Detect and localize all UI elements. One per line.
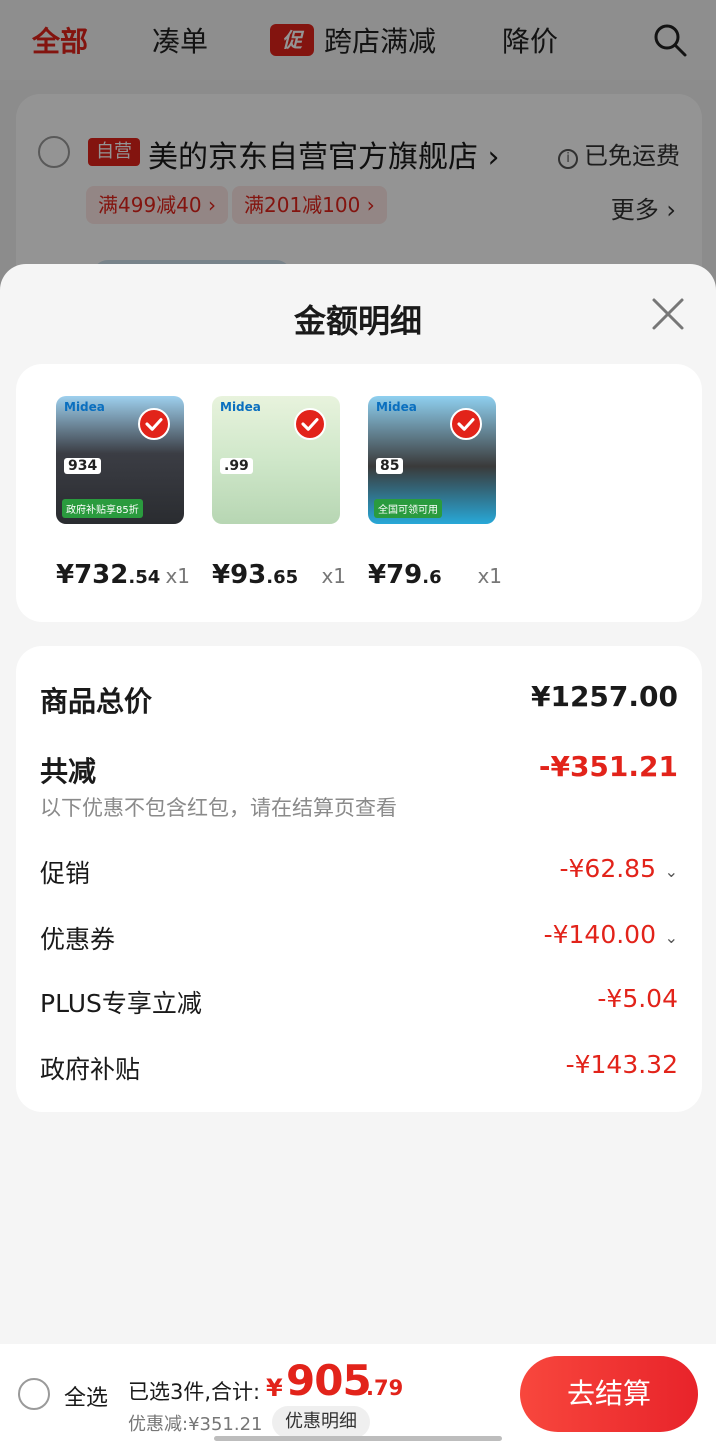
item-quantity: x1	[165, 564, 190, 588]
sheet-title: 金额明细	[293, 302, 422, 340]
total-price-label: 商品总价	[40, 685, 153, 718]
item-price: ¥93	[212, 560, 267, 590]
promotion-label: 促销	[40, 859, 91, 888]
selected-count-text: 已选3件,合计:	[128, 1380, 261, 1404]
item-cooker[interactable]: Midea .99 ¥93.65 x1	[212, 396, 362, 590]
item-price: ¥732	[56, 560, 129, 590]
select-all-radio[interactable]	[18, 1378, 50, 1410]
price-summary-card: 商品总价 ¥1257.00 共减 -¥351.21 以下优惠不包含红包，请在结算…	[16, 646, 702, 1112]
item-price-row: ¥732.54 x1	[56, 560, 206, 590]
close-icon[interactable]	[648, 294, 688, 334]
plus-discount-label: PLUS专享立减	[40, 989, 202, 1018]
total-amount: 905	[286, 1356, 372, 1405]
total-amount-decimal: .79	[366, 1376, 404, 1400]
home-indicator	[214, 1436, 502, 1441]
promotion-value: -¥62.85	[559, 854, 657, 883]
total-reduction-value: -¥351.21	[538, 750, 678, 783]
check-icon	[138, 408, 170, 440]
checkout-button[interactable]: 去结算	[520, 1356, 698, 1432]
item-price-row: ¥93.65 x1	[212, 560, 362, 590]
thumb-price: .99	[220, 458, 253, 474]
thumb-tag: 全国可领可用	[374, 499, 442, 518]
check-icon	[294, 408, 326, 440]
promotion-row[interactable]: -¥62.85 ⌄	[560, 854, 679, 883]
brand-logo: Midea	[220, 400, 261, 414]
plus-discount-value: -¥5.04	[597, 984, 678, 1013]
item-quantity: x1	[321, 564, 346, 588]
item-price-decimal: .54	[128, 567, 161, 588]
item-price-decimal: .65	[266, 567, 299, 588]
chevron-down-icon: ⌄	[664, 862, 678, 881]
discount-detail-button[interactable]: 优惠明细	[272, 1406, 370, 1438]
chevron-down-icon: ⌄	[664, 928, 678, 947]
coupon-row[interactable]: -¥140.00 ⌄	[544, 920, 678, 949]
selected-items-card: Midea 934 政府补贴享85折 ¥732.54 x1 Midea .99 …	[16, 364, 702, 622]
item-price: ¥79	[368, 560, 423, 590]
item-quantity: x1	[477, 564, 502, 588]
amount-detail-sheet: 金额明细 Midea 934 政府补贴享85折 ¥732.54 x1 Midea…	[0, 264, 716, 1344]
thumb-price: 934	[64, 458, 102, 474]
total-reduction-label: 共减	[40, 755, 97, 788]
reduction-note: 以下优惠不包含红包，请在结算页查看	[40, 796, 397, 820]
brand-logo: Midea	[64, 400, 105, 414]
government-subsidy-label: 政府补贴	[40, 1055, 141, 1084]
total-currency: ¥	[266, 1374, 283, 1402]
thumb-price: 85	[376, 458, 404, 474]
coupon-value: -¥140.00	[543, 920, 656, 949]
checkout-bar: 全选 已选3件,合计: ¥ 905 .79 优惠减:¥351.21 优惠明细 去…	[0, 1344, 716, 1444]
item-price-decimal: .6	[422, 567, 442, 588]
check-icon	[450, 408, 482, 440]
brand-logo: Midea	[376, 400, 417, 414]
item-thumbnail: Midea 934 政府补贴享85折	[56, 396, 184, 524]
government-subsidy-value: -¥143.32	[565, 1050, 678, 1079]
item-washer[interactable]: Midea 934 政府补贴享85折 ¥732.54 x1	[56, 396, 206, 590]
select-all-label[interactable]: 全选	[64, 1380, 108, 1412]
item-thumbnail: Midea 85 全国可领可用	[368, 396, 496, 524]
discount-summary: 优惠减:¥351.21	[128, 1414, 263, 1435]
item-oven[interactable]: Midea 85 全国可领可用 ¥79.6 x1	[368, 396, 518, 590]
item-price-row: ¥79.6 x1	[368, 560, 518, 590]
item-thumbnail: Midea .99	[212, 396, 340, 524]
coupon-label: 优惠券	[40, 925, 116, 954]
thumb-tag: 政府补贴享85折	[62, 499, 143, 518]
total-price-value: ¥1257.00	[530, 680, 678, 713]
